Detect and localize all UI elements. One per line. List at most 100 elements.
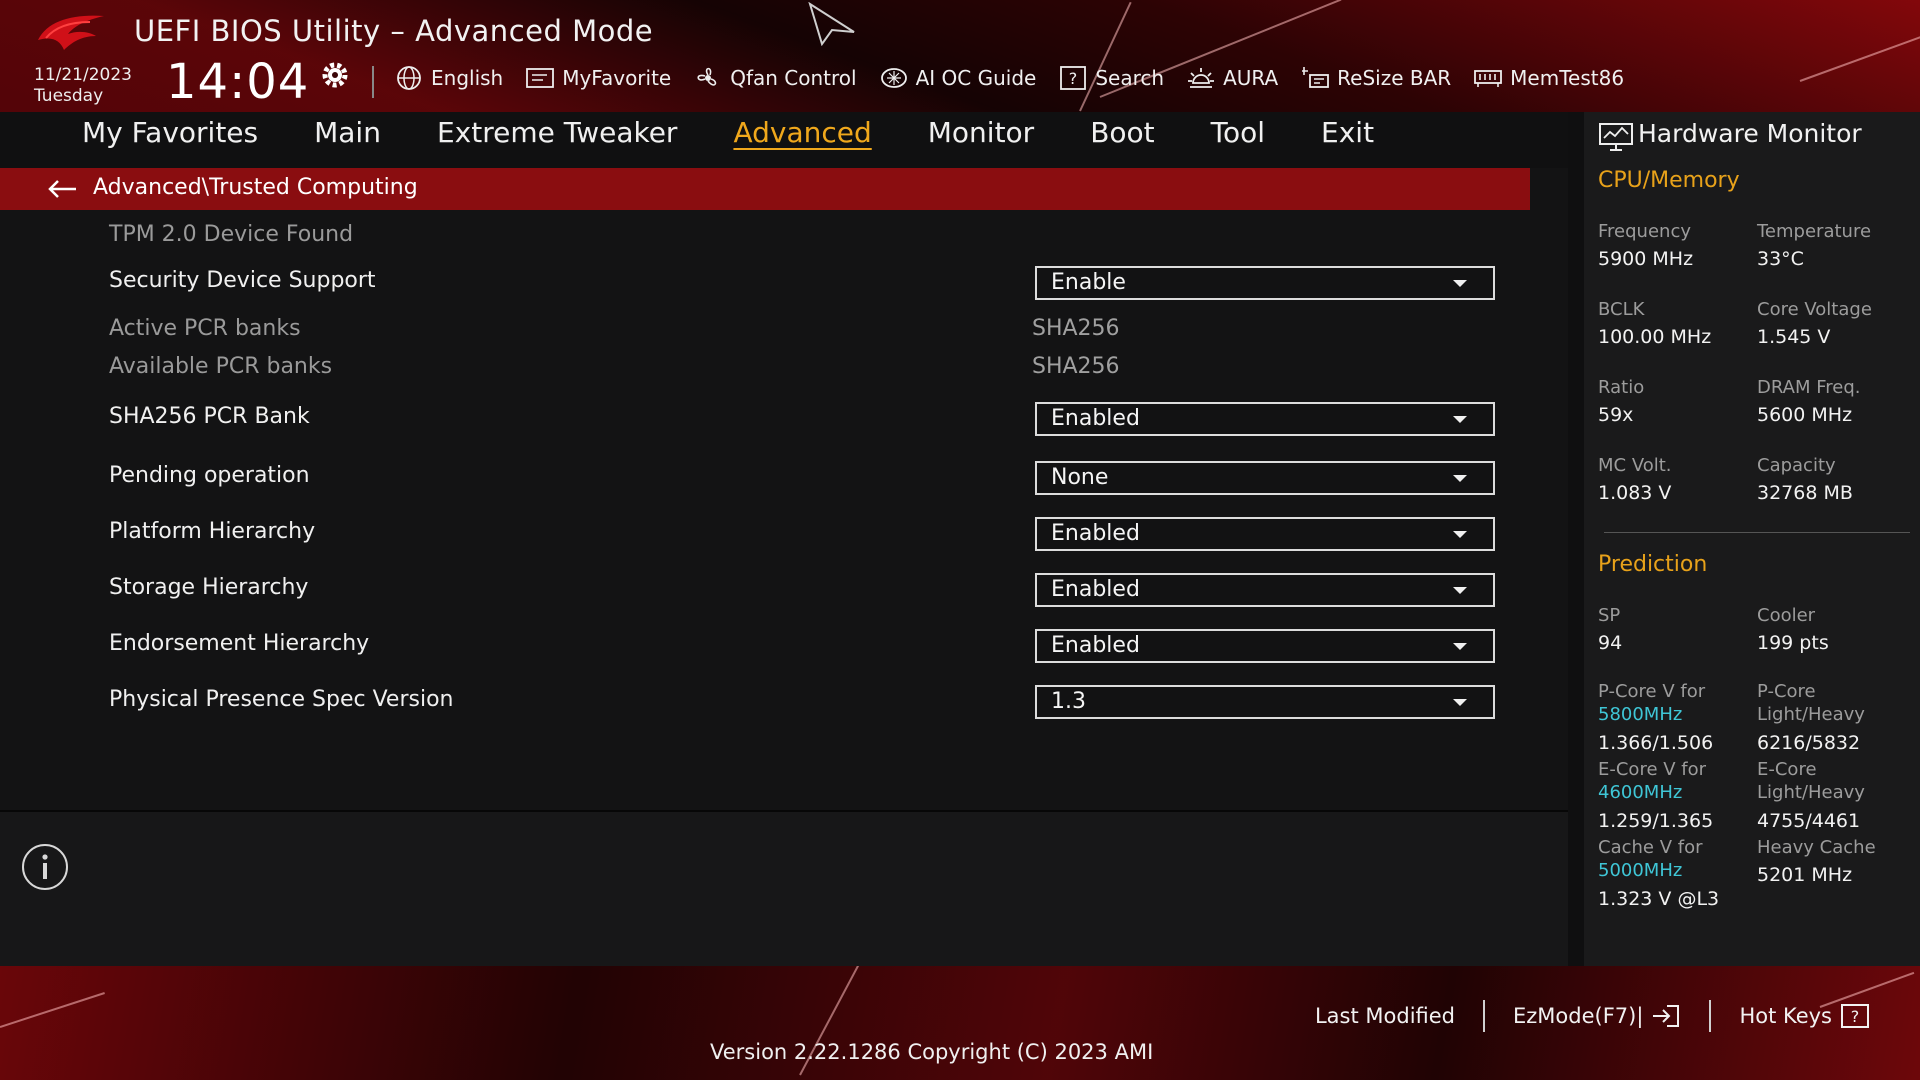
pcore-lh-label-2: Light/Heavy <box>1757 704 1865 725</box>
chevron-down-icon <box>1453 280 1467 287</box>
language-button[interactable]: English <box>394 65 503 91</box>
tab-advanced[interactable]: Advanced <box>733 116 899 149</box>
mc-volt-label: MC Volt. <box>1598 455 1672 476</box>
storage-hierarchy-label: Storage Hierarchy <box>109 575 309 600</box>
search-button[interactable]: ? Search <box>1058 65 1164 91</box>
frequency-value: 5900 MHz <box>1598 248 1694 270</box>
ecore-lh-label-2: Light/Heavy <box>1757 782 1865 803</box>
bclk-value: 100.00 MHz <box>1598 326 1712 348</box>
app-title: UEFI BIOS Utility – Advanced Mode <box>134 14 654 48</box>
security-device-support-label: Security Device Support <box>109 268 376 293</box>
exit-arrow-icon <box>1653 1005 1680 1027</box>
clock-display: 14:04 <box>166 54 310 110</box>
chevron-down-icon <box>1453 587 1467 594</box>
prediction-heading: Prediction <box>1598 552 1708 577</box>
dram-freq-value: 5600 MHz <box>1757 404 1853 426</box>
tab-tool[interactable]: Tool <box>1211 116 1293 149</box>
ecore-v-value: 1.259/1.365 <box>1598 810 1714 832</box>
heavy-cache-label: Heavy Cache <box>1757 837 1876 858</box>
back-arrow-icon[interactable] <box>46 178 78 200</box>
qfan-control-button[interactable]: Qfan Control <box>693 65 857 91</box>
sha256-pcr-bank-label: SHA256 PCR Bank <box>109 404 310 429</box>
favorite-icon <box>526 68 555 88</box>
myfavorite-button[interactable]: MyFavorite <box>525 65 671 91</box>
dram-freq-label: DRAM Freq. <box>1757 377 1861 398</box>
footer-actions: Last Modified EzMode(F7)| Hot Keys ? <box>1287 1000 1898 1032</box>
resize-bar-button[interactable]: ReSize BAR <box>1300 65 1451 91</box>
search-help-icon: ? <box>1060 66 1087 90</box>
toolbar: English MyFavorite Qfan Control AI OC Gu… <box>394 62 1624 94</box>
title-bar: UEFI BIOS Utility – Advanced Mode 11/21/… <box>0 0 1920 112</box>
tab-extreme-tweaker[interactable]: Extreme Tweaker <box>437 116 705 149</box>
hot-keys-button[interactable]: Hot Keys ? <box>1711 1003 1898 1029</box>
resize-bar-icon <box>1302 67 1330 88</box>
language-label: English <box>431 66 504 90</box>
sp-label: SP <box>1598 605 1621 626</box>
pcore-lh-value: 6216/5832 <box>1757 732 1861 754</box>
day-display: Tuesday <box>34 86 104 106</box>
ecore-v-label-text: E-Core V for <box>1598 759 1707 780</box>
core-voltage-value: 1.545 V <box>1757 326 1831 348</box>
endorsement-hierarchy-select[interactable]: Enabled <box>1035 629 1495 663</box>
gear-icon[interactable] <box>318 58 352 92</box>
help-info-area <box>0 812 1568 966</box>
physical-presence-spec-select[interactable]: 1.3 <box>1035 685 1495 719</box>
sha256-pcr-bank-select[interactable]: Enabled <box>1035 402 1495 436</box>
rog-logo-icon <box>38 15 104 50</box>
ezmode-label: EzMode(F7)| <box>1513 1004 1644 1028</box>
hardware-monitor-title: Hardware Monitor <box>1638 119 1862 148</box>
pcore-v-label-text: P-Core V for <box>1598 681 1706 702</box>
pcore-v-value: 1.366/1.506 <box>1598 732 1714 754</box>
physical-presence-spec-label: Physical Presence Spec Version <box>109 687 454 712</box>
core-voltage-label: Core Voltage <box>1757 299 1872 320</box>
last-modified-button[interactable]: Last Modified <box>1287 1004 1483 1028</box>
main-tab-bar: My Favorites Main Extreme Tweaker Advanc… <box>0 112 1568 168</box>
pcore-v-label: P-Core V for 5800MHz <box>1598 680 1705 726</box>
storage-hierarchy-value: Enabled <box>1051 577 1140 602</box>
chevron-down-icon <box>1453 475 1467 482</box>
aura-button[interactable]: AURA <box>1186 65 1278 91</box>
settings-panel: Advanced\Trusted Computing TPM 2.0 Devic… <box>0 168 1568 810</box>
svg-text:?: ? <box>1851 1007 1860 1026</box>
temperature-value: 33°C <box>1757 248 1804 270</box>
ecore-lh-label: E-Core Light/Heavy <box>1757 758 1865 804</box>
breadcrumb: Advanced\Trusted Computing <box>0 168 1530 210</box>
header-divider <box>372 66 374 98</box>
ezmode-button[interactable]: EzMode(F7)| <box>1485 1003 1709 1029</box>
bclk-label: BCLK <box>1598 299 1645 320</box>
platform-hierarchy-select[interactable]: Enabled <box>1035 517 1495 551</box>
tab-monitor[interactable]: Monitor <box>928 116 1062 149</box>
mouse-cursor-icon <box>808 2 855 46</box>
pcore-v-freq: 5800MHz <box>1598 704 1683 725</box>
sha256-pcr-bank-value: Enabled <box>1051 406 1140 431</box>
ai-oc-guide-button[interactable]: AI OC Guide <box>879 65 1036 91</box>
tab-my-favorites[interactable]: My Favorites <box>82 116 286 149</box>
cache-v-value: 1.323 V @L3 <box>1598 888 1720 910</box>
chevron-down-icon <box>1453 699 1467 706</box>
storage-hierarchy-select[interactable]: Enabled <box>1035 573 1495 607</box>
pending-operation-select[interactable]: None <box>1035 461 1495 495</box>
search-label: Search <box>1095 66 1165 90</box>
help-icon: ? <box>1841 1004 1869 1028</box>
available-pcr-banks-label: Available PCR banks <box>109 354 333 379</box>
ecore-lh-value: 4755/4461 <box>1757 810 1861 832</box>
memtest86-button[interactable]: MemTest86 <box>1473 65 1624 91</box>
security-device-support-select[interactable]: Enable <box>1035 266 1495 300</box>
resize-bar-label: ReSize BAR <box>1337 66 1452 90</box>
hardware-monitor-panel: Hardware Monitor CPU/Memory Frequency 59… <box>1584 112 1920 966</box>
pcore-lh-label-1: P-Core <box>1757 681 1816 702</box>
version-info: Version 2.22.1286 Copyright (C) 2023 AMI <box>710 1040 1154 1064</box>
footer-bar: Last Modified EzMode(F7)| Hot Keys ? Ver… <box>0 966 1920 1080</box>
tpm-found-label: TPM 2.0 Device Found <box>109 222 354 247</box>
tab-main[interactable]: Main <box>314 116 409 149</box>
chevron-down-icon <box>1453 643 1467 650</box>
active-pcr-banks-value: SHA256 <box>1032 316 1120 341</box>
ratio-label: Ratio <box>1598 377 1645 398</box>
heavy-cache-value: 5201 MHz <box>1757 864 1853 886</box>
sp-value: 94 <box>1598 632 1623 654</box>
tab-boot[interactable]: Boot <box>1090 116 1182 149</box>
cache-v-label-text: Cache V for <box>1598 837 1703 858</box>
pcore-lh-label: P-Core Light/Heavy <box>1757 680 1865 726</box>
tab-exit[interactable]: Exit <box>1321 116 1402 149</box>
temperature-label: Temperature <box>1757 221 1872 242</box>
